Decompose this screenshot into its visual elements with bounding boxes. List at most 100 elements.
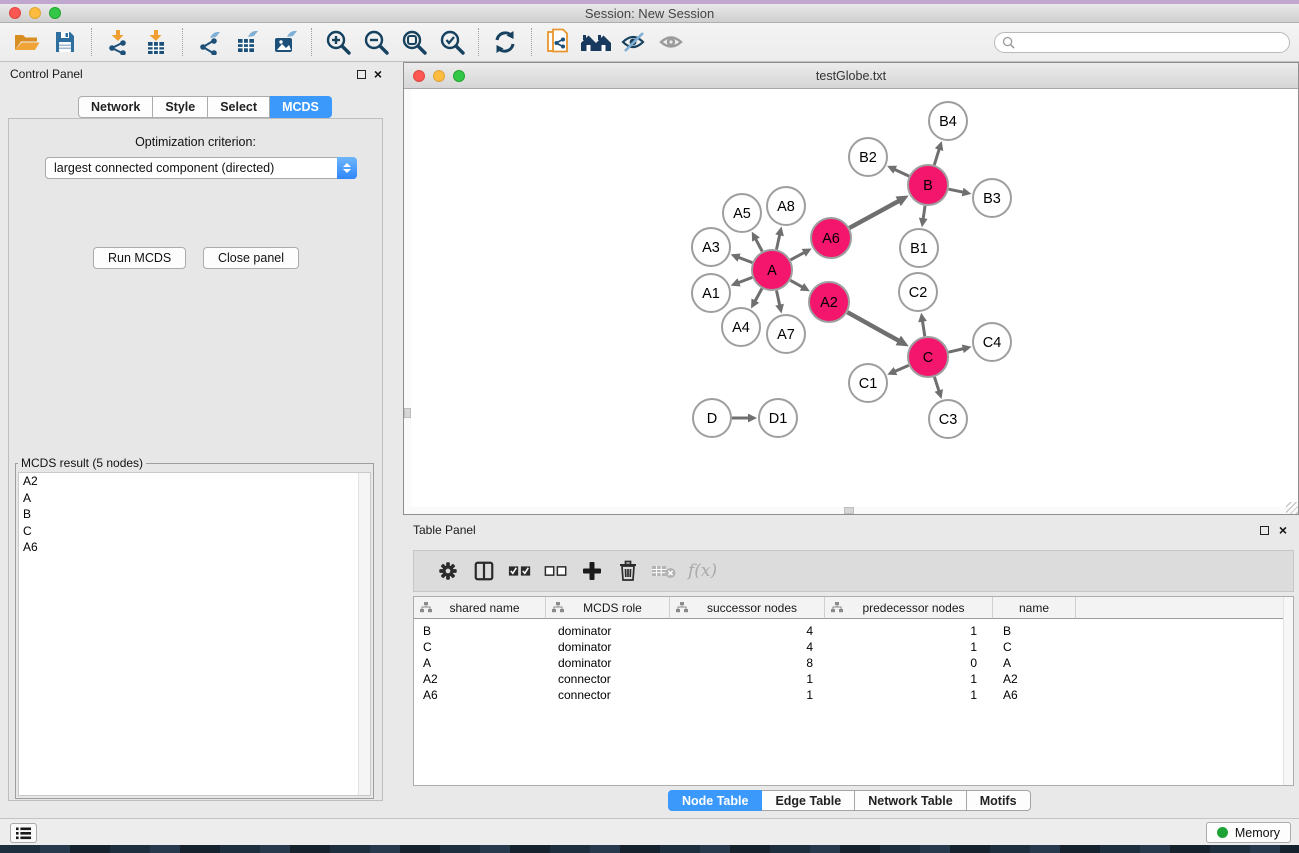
save-session-button[interactable]	[46, 26, 84, 58]
tab-mcds[interactable]: MCDS	[270, 96, 332, 118]
run-mcds-button[interactable]: Run MCDS	[93, 247, 186, 269]
mcds-result-item[interactable]: A2	[19, 473, 370, 490]
zoom-fit-button[interactable]	[395, 26, 433, 58]
table-cell[interactable]: A	[414, 655, 546, 671]
graph-node[interactable]: B4	[929, 102, 967, 140]
graph-edge[interactable]	[847, 312, 908, 346]
table-cell[interactable]: 1	[825, 639, 993, 655]
import-network-button[interactable]	[99, 26, 137, 58]
graph-node[interactable]: C	[908, 337, 948, 377]
table-cell[interactable]: B	[993, 623, 1076, 639]
table-cell[interactable]: A2	[414, 671, 546, 687]
table-cell[interactable]: 4	[670, 639, 825, 655]
graph-edge[interactable]	[887, 166, 909, 176]
clone-network-button[interactable]	[539, 26, 577, 58]
graph-edge[interactable]	[934, 377, 943, 399]
close-panel-icon[interactable]: ×	[374, 65, 382, 83]
graph-node[interactable]: C3	[929, 400, 967, 438]
table-cell[interactable]: 0	[825, 655, 993, 671]
window-resize-grip[interactable]	[1286, 502, 1298, 514]
graph-node[interactable]: B3	[973, 179, 1011, 217]
network-canvas[interactable]: B4B2BB3A8A5A6A3B1AC2A1A2A4A7C4CC1DD1C3	[404, 89, 1298, 514]
export-table-button[interactable]	[228, 26, 266, 58]
mcds-list-scrollbar[interactable]	[358, 473, 370, 795]
tab-edge-table[interactable]: Edge Table	[762, 790, 855, 811]
network-vertical-scroll-thumb[interactable]	[404, 408, 411, 418]
graph-edge[interactable]	[918, 313, 927, 336]
zoom-in-button[interactable]	[319, 26, 357, 58]
close-panel-icon[interactable]: ×	[1279, 521, 1287, 539]
table-options-button[interactable]	[430, 554, 466, 588]
table-cell[interactable]: A6	[993, 687, 1076, 703]
graph-node[interactable]: A7	[767, 315, 805, 353]
graph-edge[interactable]	[919, 206, 928, 227]
column-header-name[interactable]: name	[993, 597, 1076, 619]
graph-edge[interactable]	[731, 253, 753, 262]
select-all-checkboxes-button[interactable]	[502, 554, 538, 588]
graph-node[interactable]: A5	[723, 194, 761, 232]
task-history-button[interactable]	[10, 823, 37, 843]
table-vertical-scrollbar[interactable]	[1283, 597, 1293, 785]
zoom-out-button[interactable]	[357, 26, 395, 58]
open-session-button[interactable]	[8, 26, 46, 58]
graph-edge[interactable]	[731, 277, 753, 286]
node-table[interactable]: shared nameMCDS rolesuccessor nodesprede…	[413, 596, 1294, 786]
graph-node[interactable]: B1	[900, 229, 938, 267]
table-cell[interactable]: connector	[546, 687, 670, 703]
mcds-result-list[interactable]: A2ABCA6	[18, 472, 371, 796]
search-input[interactable]	[1015, 34, 1289, 51]
function-builder-icon[interactable]: f(x)	[688, 561, 717, 581]
network-window-titlebar[interactable]: testGlobe.txt	[404, 63, 1298, 89]
table-cell[interactable]: 1	[825, 687, 993, 703]
refresh-view-button[interactable]	[486, 26, 524, 58]
graph-edge[interactable]	[732, 414, 757, 423]
hide-graphics-details-button[interactable]	[615, 26, 653, 58]
mcds-result-item[interactable]: B	[19, 506, 370, 523]
graph-edge[interactable]	[752, 232, 762, 252]
mcds-result-item[interactable]: A6	[19, 539, 370, 556]
graph-node[interactable]: A1	[692, 274, 730, 312]
apply-layout-button[interactable]	[577, 26, 615, 58]
graph-node[interactable]: B	[908, 165, 948, 205]
tab-network-table[interactable]: Network Table	[855, 790, 967, 811]
graph-node[interactable]: A3	[692, 228, 730, 266]
graph-edge[interactable]	[790, 280, 810, 291]
graph-edge[interactable]	[849, 196, 908, 228]
graph-edge[interactable]	[775, 291, 784, 314]
graph-node[interactable]: A	[752, 250, 792, 290]
graph-edge[interactable]	[934, 141, 943, 165]
tab-node-table[interactable]: Node Table	[668, 790, 762, 811]
float-panel-icon[interactable]	[1260, 526, 1269, 535]
graph-edge[interactable]	[949, 188, 972, 197]
graph-edge[interactable]	[751, 288, 762, 308]
table-cell[interactable]: 1	[825, 671, 993, 687]
graph-edge[interactable]	[948, 345, 971, 354]
graph-edge[interactable]	[775, 227, 784, 250]
graph-node[interactable]: A8	[767, 187, 805, 225]
column-header-MCDS-role[interactable]: MCDS role	[546, 597, 670, 619]
graph-node[interactable]: D1	[759, 399, 797, 437]
show-columns-button[interactable]	[466, 554, 502, 588]
deselect-all-checkboxes-button[interactable]	[538, 554, 574, 588]
close-panel-button[interactable]: Close panel	[203, 247, 299, 269]
criterion-dropdown[interactable]: largest connected component (directed)	[45, 157, 357, 179]
graph-node[interactable]: D	[693, 399, 731, 437]
table-cell[interactable]: 4	[670, 623, 825, 639]
tab-motifs[interactable]: Motifs	[967, 790, 1031, 811]
table-cell[interactable]: C	[414, 639, 546, 655]
table-cell[interactable]: B	[414, 623, 546, 639]
graph-edge[interactable]	[887, 365, 908, 375]
table-cell[interactable]: connector	[546, 671, 670, 687]
network-vertical-scrollbar[interactable]	[404, 89, 411, 509]
network-horizontal-scroll-thumb[interactable]	[844, 507, 854, 514]
graph-node[interactable]: A2	[809, 282, 849, 322]
search-box[interactable]	[994, 32, 1290, 53]
table-cell[interactable]: dominator	[546, 639, 670, 655]
column-header-shared-name[interactable]: shared name	[414, 597, 546, 619]
graph-node[interactable]: C4	[973, 323, 1011, 361]
graph-node[interactable]: A6	[811, 218, 851, 258]
graph-node[interactable]: A4	[722, 308, 760, 346]
table-cell[interactable]: 8	[670, 655, 825, 671]
mcds-result-item[interactable]: A	[19, 490, 370, 507]
graph-node[interactable]: C1	[849, 364, 887, 402]
